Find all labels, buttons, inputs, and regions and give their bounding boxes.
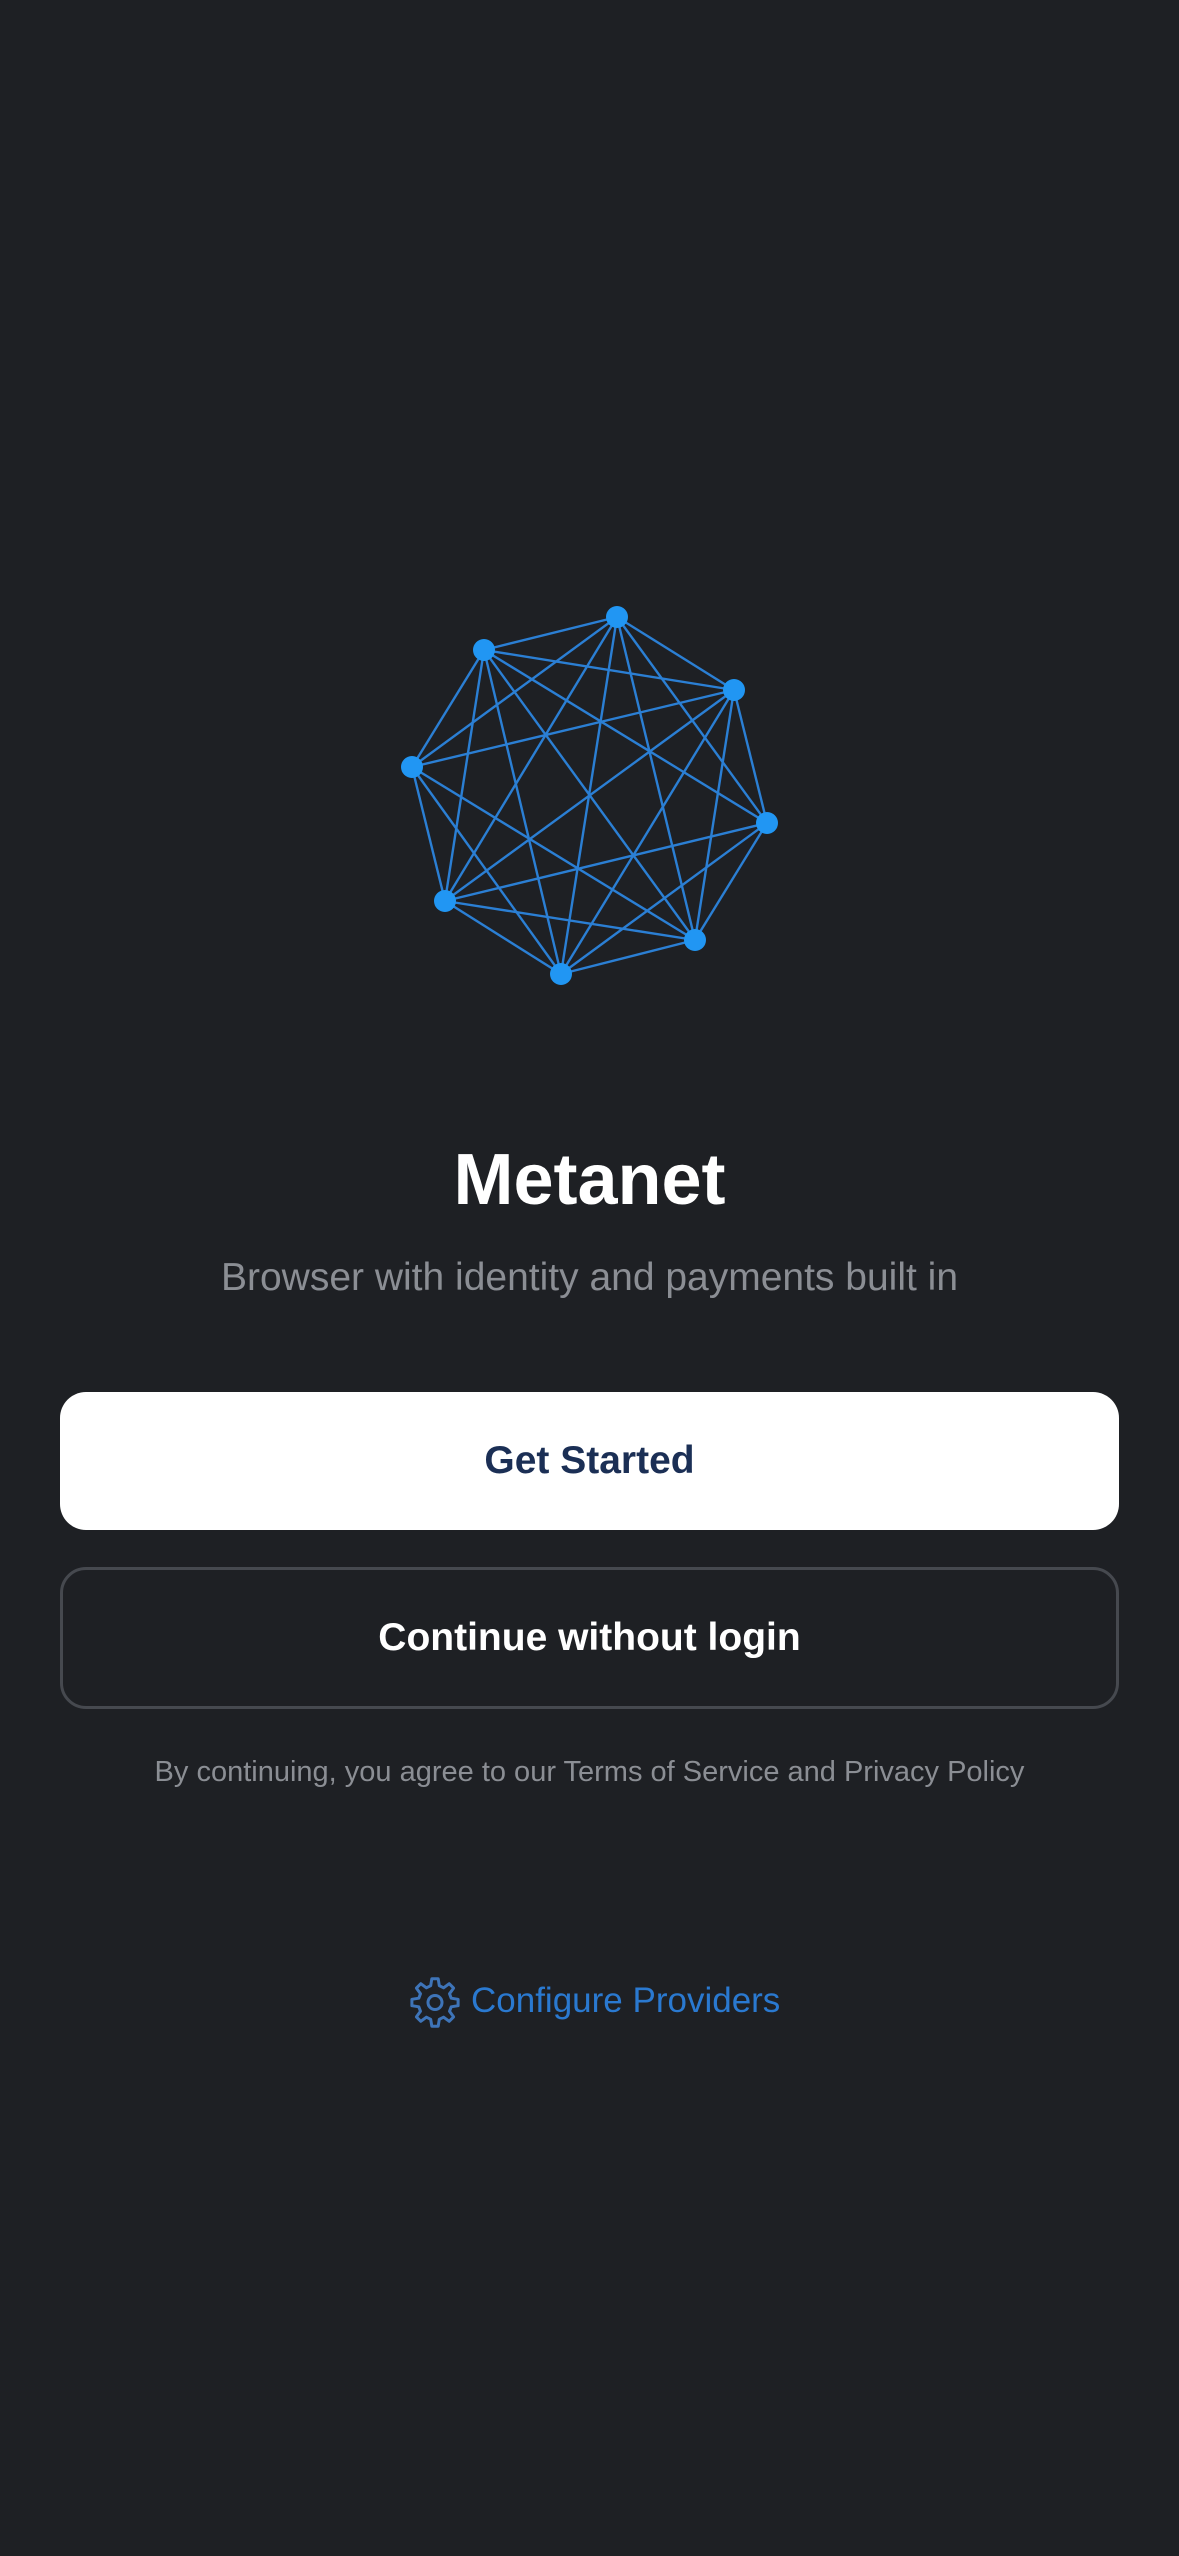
continue-without-login-button[interactable]: Continue without login (60, 1567, 1119, 1709)
app-subtitle: Browser with identity and payments built… (220, 1256, 959, 1299)
app-title: Metanet (453, 1140, 726, 1220)
logo-edges (410, 615, 769, 976)
logo-node (606, 606, 628, 628)
logo-node (756, 812, 778, 834)
logo-node (401, 756, 423, 778)
logo-node (550, 963, 572, 985)
logo-node (473, 639, 495, 661)
logo-node (684, 929, 706, 951)
configure-providers-label: Configure Providers (471, 1981, 781, 2020)
logo-nodes (401, 606, 778, 985)
configure-providers-link[interactable]: Configure Providers (405, 1970, 780, 2032)
get-started-button[interactable]: Get Started (60, 1392, 1119, 1530)
gear-icon (410, 1977, 460, 2028)
logo-node (723, 679, 745, 701)
legal-notice: By continuing, you agree to our Terms of… (154, 1756, 1025, 1788)
logo-node (434, 890, 456, 912)
